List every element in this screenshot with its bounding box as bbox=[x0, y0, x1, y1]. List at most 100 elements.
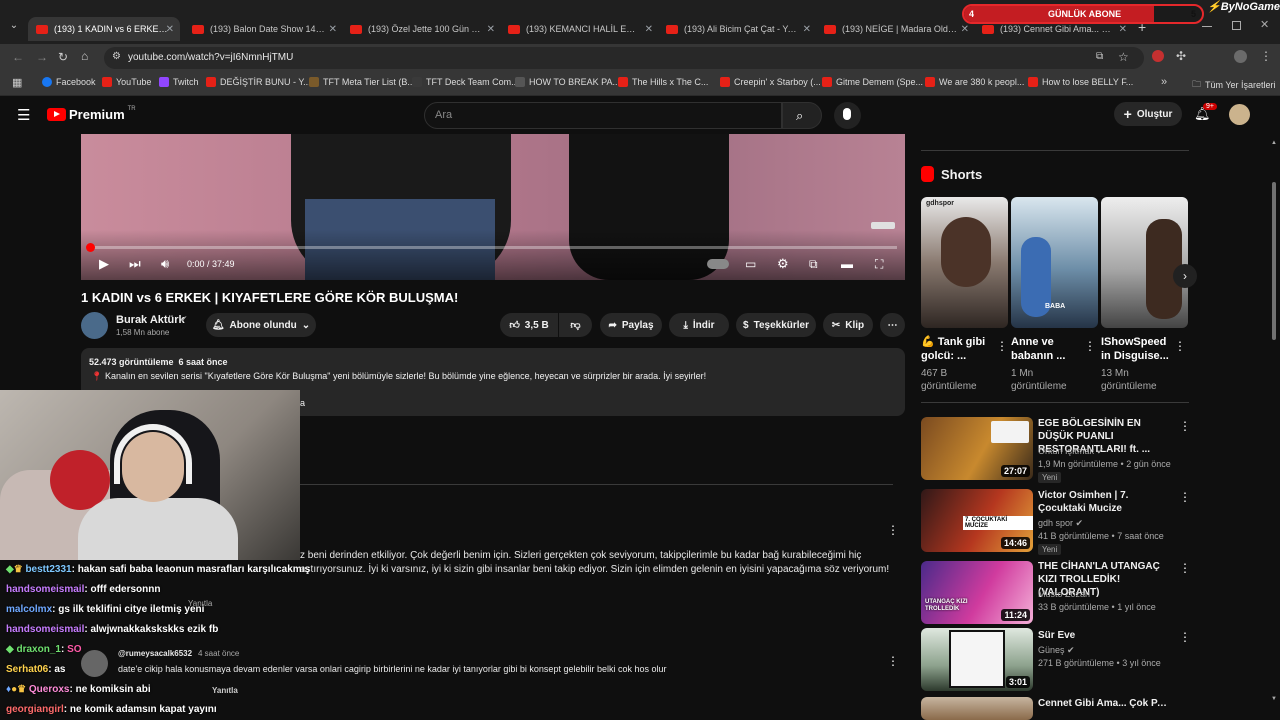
search-button[interactable]: ⌕ bbox=[782, 102, 822, 129]
reload-icon[interactable]: ↻ bbox=[58, 50, 68, 64]
progress-scrubber[interactable] bbox=[86, 243, 95, 252]
bookmark-item[interactable]: TFT Deck Team Com... bbox=[412, 77, 519, 87]
video-thumbnail[interactable]: 27:07 bbox=[921, 417, 1033, 480]
bookmark-item[interactable]: Twitch bbox=[159, 77, 199, 87]
related-video-channel[interactable]: Orkun Işıtmak ✔ bbox=[1038, 446, 1104, 457]
browser-tab[interactable]: (193) NEİGE | Madara Olduk #5✕ bbox=[824, 17, 969, 41]
close-tab-icon[interactable]: ✕ bbox=[166, 24, 174, 35]
related-video-channel[interactable]: Musto Zozan bbox=[1038, 589, 1090, 599]
apps-grid-icon[interactable]: ▦ bbox=[12, 76, 22, 89]
bookmark-item[interactable]: HOW TO BREAK PA... bbox=[515, 77, 620, 87]
scrollbar-thumb[interactable] bbox=[1272, 182, 1276, 340]
theater-mode-icon[interactable]: ▬ bbox=[841, 256, 853, 272]
short-thumbnail[interactable]: BABA bbox=[1011, 197, 1098, 328]
download-button[interactable]: ⤓ İndir bbox=[669, 313, 729, 337]
tab-search-button[interactable]: ⌄ bbox=[6, 20, 22, 36]
video-thumbnail[interactable] bbox=[921, 697, 1033, 720]
video-thumbnail[interactable]: UTANGAÇ KIZI TROLLEDİK 11:24 bbox=[921, 561, 1033, 624]
address-bar[interactable]: ⚙ youtube.com/watch?v=jI6NmnHjTMU ⧉ ☆ bbox=[104, 47, 1144, 69]
comment-options-icon[interactable]: ⋮ bbox=[887, 655, 899, 667]
hamburger-menu-icon[interactable]: ☰ bbox=[17, 106, 30, 124]
close-tab-icon[interactable]: ✕ bbox=[645, 24, 653, 35]
bookmark-item[interactable]: TFT Meta Tier List (B... bbox=[309, 77, 415, 87]
dislike-button[interactable]: 👎︎ bbox=[559, 313, 592, 337]
video-options-icon[interactable]: ⋮ bbox=[1179, 562, 1191, 574]
fullscreen-icon[interactable]: ⛶ bbox=[875, 256, 883, 272]
minimize-button[interactable] bbox=[1202, 26, 1212, 27]
autoplay-toggle[interactable] bbox=[707, 259, 729, 269]
more-actions-button[interactable]: ⋯ bbox=[880, 313, 905, 337]
scrollbar-up-arrow-icon[interactable]: ▲ bbox=[1271, 140, 1277, 146]
short-options-icon[interactable]: ⋮ bbox=[1084, 340, 1096, 352]
browser-tab[interactable]: (193) 1 KADIN vs 6 ERKEK | KIYAFETLERE G… bbox=[28, 17, 180, 41]
like-button[interactable]: 👍︎ 3,5 B bbox=[500, 313, 558, 337]
subscribed-button[interactable]: 🔔︎ Abone olundu ⌄ bbox=[206, 313, 316, 337]
share-button[interactable]: ➦ Paylaş bbox=[600, 313, 662, 337]
short-options-icon[interactable]: ⋮ bbox=[996, 340, 1008, 352]
channel-name[interactable]: Burak Aktürk bbox=[116, 314, 185, 326]
channel-avatar[interactable] bbox=[81, 312, 108, 339]
home-icon[interactable]: ⌂ bbox=[81, 49, 88, 63]
bookmark-item[interactable]: YouTube bbox=[102, 77, 151, 87]
site-info-icon[interactable]: ⚙ bbox=[112, 51, 121, 62]
video-thumbnail[interactable]: 7. ÇOCUKTAKİ MUCİZE 14:46 bbox=[921, 489, 1033, 552]
video-options-icon[interactable]: ⋮ bbox=[1179, 631, 1191, 643]
close-tab-icon[interactable]: ✕ bbox=[803, 24, 811, 35]
short-thumbnail[interactable] bbox=[1101, 197, 1188, 328]
bookmark-item[interactable]: DEĞİŞTİR BUNU - Y... bbox=[206, 77, 311, 87]
bookmark-item[interactable]: How to lose BELLY F... bbox=[1028, 77, 1133, 87]
settings-gear-icon[interactable]: ⚙ bbox=[777, 256, 789, 272]
bookmark-item[interactable]: We are 380 k peopl... bbox=[925, 77, 1024, 87]
create-button[interactable]: + Oluştur bbox=[1114, 102, 1182, 126]
related-video-channel[interactable]: gdh spor ✔ bbox=[1038, 518, 1083, 529]
subtitles-icon[interactable]: ▭ bbox=[745, 256, 756, 272]
maximize-button[interactable] bbox=[1232, 21, 1241, 30]
bookmark-item[interactable]: Facebook bbox=[42, 77, 96, 87]
close-tab-icon[interactable]: ✕ bbox=[329, 24, 337, 35]
related-video-title[interactable]: Cennet Gibi Ama... Çok PAHALI! bbox=[1038, 697, 1173, 710]
short-title[interactable]: IShowSpeed in Disguise... bbox=[1101, 335, 1171, 363]
account-avatar[interactable] bbox=[1229, 104, 1250, 125]
commenter-avatar[interactable] bbox=[81, 650, 108, 677]
extension-icon[interactable] bbox=[1152, 50, 1164, 62]
scrollbar-down-arrow-icon[interactable]: ▼ bbox=[1271, 696, 1277, 702]
browser-tab[interactable]: (193) Ali Bicim Çat Çat - YouTube✕ bbox=[666, 17, 811, 41]
all-bookmarks-folder[interactable]: 🗀 Tüm Yer İşaretleri bbox=[1192, 77, 1276, 93]
comment-author[interactable]: @rumeysacalk6532 bbox=[118, 649, 192, 658]
close-tab-icon[interactable]: ✕ bbox=[1119, 24, 1127, 35]
more-bookmarks-icon[interactable]: » bbox=[1161, 76, 1167, 88]
progress-bar[interactable] bbox=[86, 243, 897, 252]
short-title[interactable]: Anne ve babanın ... bbox=[1011, 335, 1081, 363]
close-tab-icon[interactable]: ✕ bbox=[961, 24, 969, 35]
close-tab-icon[interactable]: ✕ bbox=[487, 24, 495, 35]
short-thumbnail[interactable]: gdhspor bbox=[921, 197, 1008, 328]
next-icon[interactable]: ⏭ bbox=[129, 256, 141, 272]
short-options-icon[interactable]: ⋮ bbox=[1174, 340, 1186, 352]
bookmark-item[interactable]: Gitme Demem (Spe... bbox=[822, 77, 923, 87]
miniplayer-icon[interactable]: ⧉ bbox=[809, 256, 818, 272]
browser-menu-icon[interactable]: ⋮ bbox=[1260, 49, 1272, 63]
video-thumbnail[interactable]: 3:01 bbox=[921, 628, 1033, 691]
comment-options-icon[interactable]: ⋮ bbox=[887, 524, 899, 536]
short-title[interactable]: 💪 Tank gibi golcü: ... bbox=[921, 335, 991, 363]
play-icon[interactable]: ▶ bbox=[99, 256, 109, 272]
youtube-premium-logo[interactable]: Premium TR bbox=[47, 106, 136, 122]
browser-tab[interactable]: (193) Balon Date Show 14. Bölüm✕ bbox=[192, 17, 337, 41]
forward-icon[interactable]: → bbox=[36, 50, 48, 64]
search-input[interactable]: Ara bbox=[424, 102, 782, 129]
video-options-icon[interactable]: ⋮ bbox=[1179, 420, 1191, 432]
page-scrollbar[interactable]: ▲ ▼ bbox=[1270, 140, 1278, 710]
related-video-channel[interactable]: Güneş ✔ bbox=[1038, 645, 1075, 656]
reply-button[interactable]: Yanıtla bbox=[212, 686, 238, 695]
back-icon[interactable]: ← bbox=[12, 50, 24, 64]
extensions-puzzle-icon[interactable]: ✣ bbox=[1176, 49, 1186, 63]
related-video-title[interactable]: Victor Osimhen | 7. Çocuktaki Mucize bbox=[1038, 489, 1173, 515]
bookmark-star-icon[interactable]: ☆ bbox=[1118, 50, 1129, 64]
shorts-next-arrow-icon[interactable]: › bbox=[1173, 264, 1197, 288]
video-player[interactable]: ▶ ⏭ 🔊︎ 0:00 / 37:49 ▭ ⚙ ⧉ ▬ ⛶ bbox=[81, 134, 905, 280]
install-app-icon[interactable]: ⧉ bbox=[1096, 51, 1103, 62]
url-text[interactable]: youtube.com/watch?v=jI6NmnHjTMU bbox=[128, 52, 293, 63]
channel-watermark[interactable] bbox=[871, 222, 895, 229]
clip-button[interactable]: ✂ Klip bbox=[823, 313, 873, 337]
bookmark-item[interactable]: Creepin' x Starboy (... bbox=[720, 77, 821, 87]
